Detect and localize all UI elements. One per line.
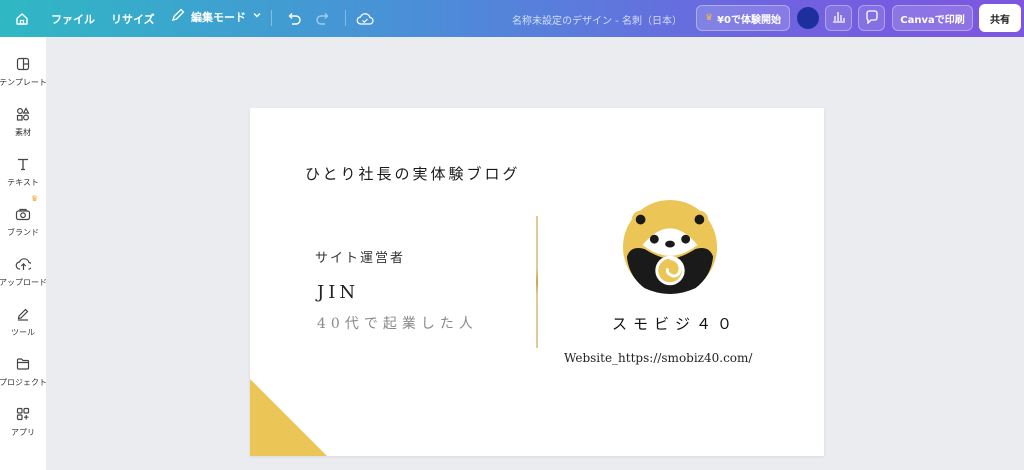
- redo-icon[interactable]: [313, 9, 333, 29]
- otter-logo-image[interactable]: [621, 198, 719, 296]
- upload-icon: [14, 255, 32, 273]
- sidebar-item-projects[interactable]: プロジェクト: [0, 351, 47, 391]
- sidebar-item-text[interactable]: テキスト: [0, 151, 46, 191]
- crown-icon: ♛: [31, 194, 39, 203]
- sidebar-item-label: ブランド: [7, 228, 39, 237]
- comment-button[interactable]: [858, 5, 885, 31]
- sidebar-item-brand[interactable]: ブランド: [0, 201, 46, 241]
- crown-icon: ♛: [705, 13, 714, 23]
- toolbar-divider: [271, 10, 272, 26]
- sidebar-item-label: テンプレート: [0, 78, 47, 87]
- sidebar-item-label: ツール: [11, 328, 35, 337]
- sidebar-item-label: アップロード: [0, 278, 47, 287]
- elements-icon: [14, 105, 32, 123]
- sidebar-item-label: プロジェクト: [0, 378, 47, 387]
- sidebar-item-elements[interactable]: 素材: [0, 101, 46, 141]
- document-title[interactable]: 名称未設定のデザイン - 名刺（日本）: [512, 12, 682, 27]
- share-button[interactable]: 共有: [979, 4, 1021, 32]
- print-with-canva-button[interactable]: Canvaで印刷: [892, 5, 973, 31]
- resize-menu[interactable]: リサイズ: [111, 11, 155, 27]
- owner-name-text[interactable]: JIN: [317, 282, 359, 303]
- blog-title-text[interactable]: ひとり社長の実体験ブログ: [305, 163, 521, 184]
- folder-icon: [14, 355, 32, 373]
- tools-icon: [14, 305, 32, 323]
- brand-name-text[interactable]: スモビジ４０: [612, 313, 738, 334]
- sidebar-item-templates[interactable]: テンプレート: [0, 51, 47, 91]
- top-toolbar: ファイル リサイズ 編集モード 名称未設定のデザイン - 名刺（日本） ♛ ¥0…: [0, 0, 1024, 37]
- edit-mode-dropdown[interactable]: 編集モード: [171, 8, 262, 25]
- gold-corner-triangle[interactable]: [250, 379, 327, 456]
- home-icon[interactable]: [12, 9, 32, 29]
- start-trial-button[interactable]: ♛ ¥0で体験開始: [696, 5, 790, 31]
- pencil-icon: [171, 8, 185, 25]
- left-sidebar: テンプレート 素材 テキスト ブランド アップロード ツール プロジェクト アプ…: [0, 37, 47, 470]
- edit-mode-label: 編集モード: [191, 10, 246, 24]
- toolbar-divider: [345, 10, 346, 26]
- apps-icon: [14, 405, 32, 423]
- avatar[interactable]: [797, 7, 819, 29]
- file-menu[interactable]: ファイル: [51, 11, 95, 27]
- cloud-saved-icon[interactable]: [355, 9, 375, 29]
- gold-divider-line[interactable]: [536, 216, 538, 348]
- sidebar-item-label: テキスト: [7, 178, 39, 187]
- text-icon: [14, 155, 32, 173]
- undo-icon[interactable]: [284, 9, 304, 29]
- sidebar-item-apps[interactable]: アプリ: [0, 401, 46, 441]
- template-icon: [14, 55, 32, 73]
- comment-icon: [865, 9, 879, 27]
- site-operator-label[interactable]: サイト運営者: [315, 247, 405, 266]
- tagline-text[interactable]: 40代で起業した人: [317, 313, 478, 333]
- bar-chart-icon: [832, 10, 846, 26]
- sidebar-item-label: アプリ: [11, 428, 35, 437]
- chevron-down-icon: [252, 10, 262, 23]
- brand-icon: [14, 205, 32, 223]
- insights-button[interactable]: [825, 5, 852, 31]
- sidebar-item-tools[interactable]: ツール: [0, 301, 46, 341]
- sidebar-item-uploads[interactable]: アップロード: [0, 251, 47, 291]
- business-card-page[interactable]: ひとり社長の実体験ブログ サイト運営者 JIN 40代で起業した人 スモビジ４０…: [250, 108, 824, 456]
- sidebar-item-label: 素材: [15, 128, 31, 137]
- start-trial-label: ¥0で体験開始: [717, 14, 781, 26]
- website-url-text[interactable]: Website_https://smobiz40.com/: [564, 351, 752, 365]
